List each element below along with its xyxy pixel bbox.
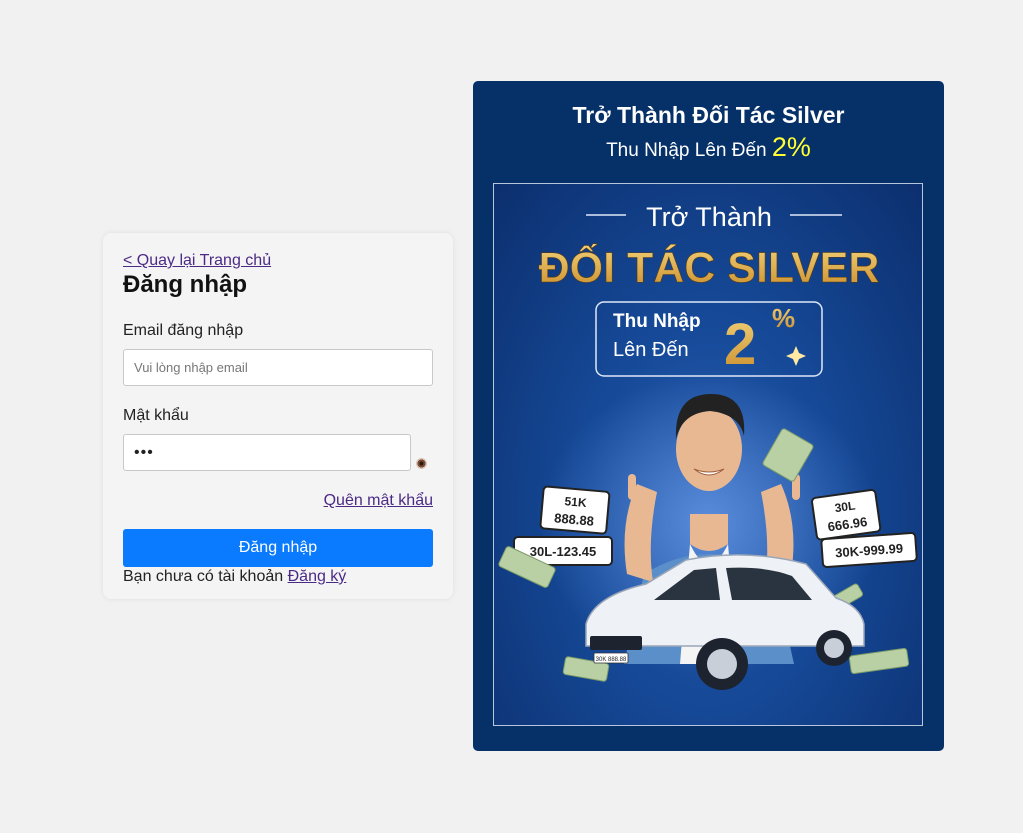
email-input[interactable]: [123, 349, 433, 386]
svg-text:51K: 51K: [564, 494, 587, 510]
back-to-home-link[interactable]: < Quay lại Trang chủ: [123, 251, 433, 271]
forgot-password-link[interactable]: Quên mật khẩu: [324, 492, 433, 509]
banner-heading-large: ĐỐI TÁC SILVER: [539, 243, 880, 292]
banner-income-line1: Thu Nhập: [613, 311, 701, 332]
password-label: Mật khẩu: [123, 407, 189, 424]
forgot-password-row: Quên mật khẩu: [123, 491, 433, 511]
banner-heading-small: Trở Thành: [646, 202, 772, 232]
car-plate-text: 30K 888.88: [596, 657, 627, 663]
svg-text:30L-123.45: 30L-123.45: [530, 544, 597, 559]
plate-30l-666: 30L 666.96: [811, 488, 882, 541]
promo-banner-image: Trở Thành ĐỐI TÁC SILVER Thu Nhập Lên Đế…: [493, 183, 923, 726]
promo-percent: 2%: [771, 132, 811, 162]
banner-income-line2: Lên Đến: [613, 339, 689, 361]
promo-panel: Trở Thành Đối Tác Silver Thu Nhập Lên Đế…: [473, 81, 944, 751]
promo-subtitle-text: Thu Nhập Lên Đến: [606, 140, 767, 161]
signup-prompt: Bạn chưa có tài khoản: [123, 568, 284, 585]
login-card: < Quay lại Trang chủ Đăng nhập Email đăn…: [103, 233, 453, 599]
sparkle-icon: [786, 346, 806, 366]
signup-row: Bạn chưa có tài khoản Đăng ký: [123, 567, 433, 587]
show-password-eye-icon[interactable]: [416, 458, 427, 469]
svg-text:30L: 30L: [834, 498, 856, 515]
banner-illustration: Trở Thành ĐỐI TÁC SILVER Thu Nhập Lên Đế…: [498, 202, 918, 690]
promo-subtitle: Thu Nhập Lên Đến 2%: [473, 133, 944, 165]
banner-income-value: 2: [724, 312, 756, 377]
password-input[interactable]: [123, 434, 411, 471]
plate-30k-999: 30K-999.99: [820, 532, 918, 568]
login-title: Đăng nhập: [123, 271, 247, 298]
signup-link[interactable]: Đăng ký: [288, 568, 347, 585]
banner-income-unit: %: [772, 303, 795, 333]
login-button[interactable]: Đăng nhập: [123, 529, 433, 567]
promo-title: Trở Thành Đối Tác Silver: [572, 102, 845, 128]
email-label: Email đăng nhập: [123, 322, 244, 339]
plate-51k: 51K 888.88: [539, 485, 611, 535]
password-row: [123, 434, 433, 471]
cash-bundle: [848, 647, 910, 675]
